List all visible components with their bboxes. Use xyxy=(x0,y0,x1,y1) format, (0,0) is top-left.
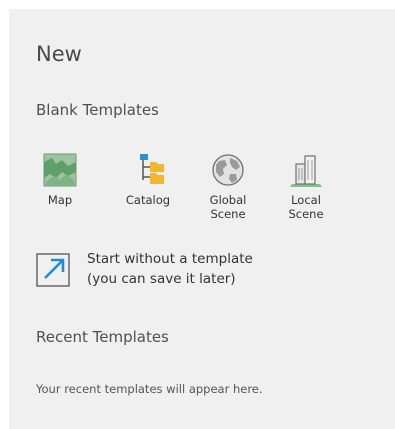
start-without-line1: Start without a template xyxy=(87,251,253,267)
recent-templates-empty-text: Your recent templates will appear here. xyxy=(36,382,263,396)
globe-icon xyxy=(212,154,244,186)
start-without-line2: (you can save it later) xyxy=(87,271,236,287)
template-global-scene-label: Global Scene xyxy=(209,193,247,221)
recent-templates-heading: Recent Templates xyxy=(36,328,169,346)
buildings-icon xyxy=(290,155,322,187)
template-map[interactable]: Map xyxy=(25,152,95,207)
template-global-scene[interactable]: Global Scene xyxy=(193,152,263,221)
template-map-label: Map xyxy=(47,193,73,207)
new-project-panel: New Blank Templates Map Catalog Global S… xyxy=(9,9,395,429)
panel-title: New xyxy=(36,42,82,66)
start-without-template-button[interactable]: Start without a template (you can save i… xyxy=(36,249,306,299)
open-arrow-icon xyxy=(36,253,70,287)
template-local-scene[interactable]: Local Scene xyxy=(271,152,341,221)
template-catalog[interactable]: Catalog xyxy=(113,152,183,207)
blank-templates-heading: Blank Templates xyxy=(36,101,159,119)
catalog-icon xyxy=(140,154,164,184)
template-local-scene-label: Local Scene xyxy=(288,193,324,221)
template-catalog-label: Catalog xyxy=(125,193,171,207)
map-icon xyxy=(43,153,77,187)
start-without-template-text: Start without a template (you can save i… xyxy=(87,249,253,289)
